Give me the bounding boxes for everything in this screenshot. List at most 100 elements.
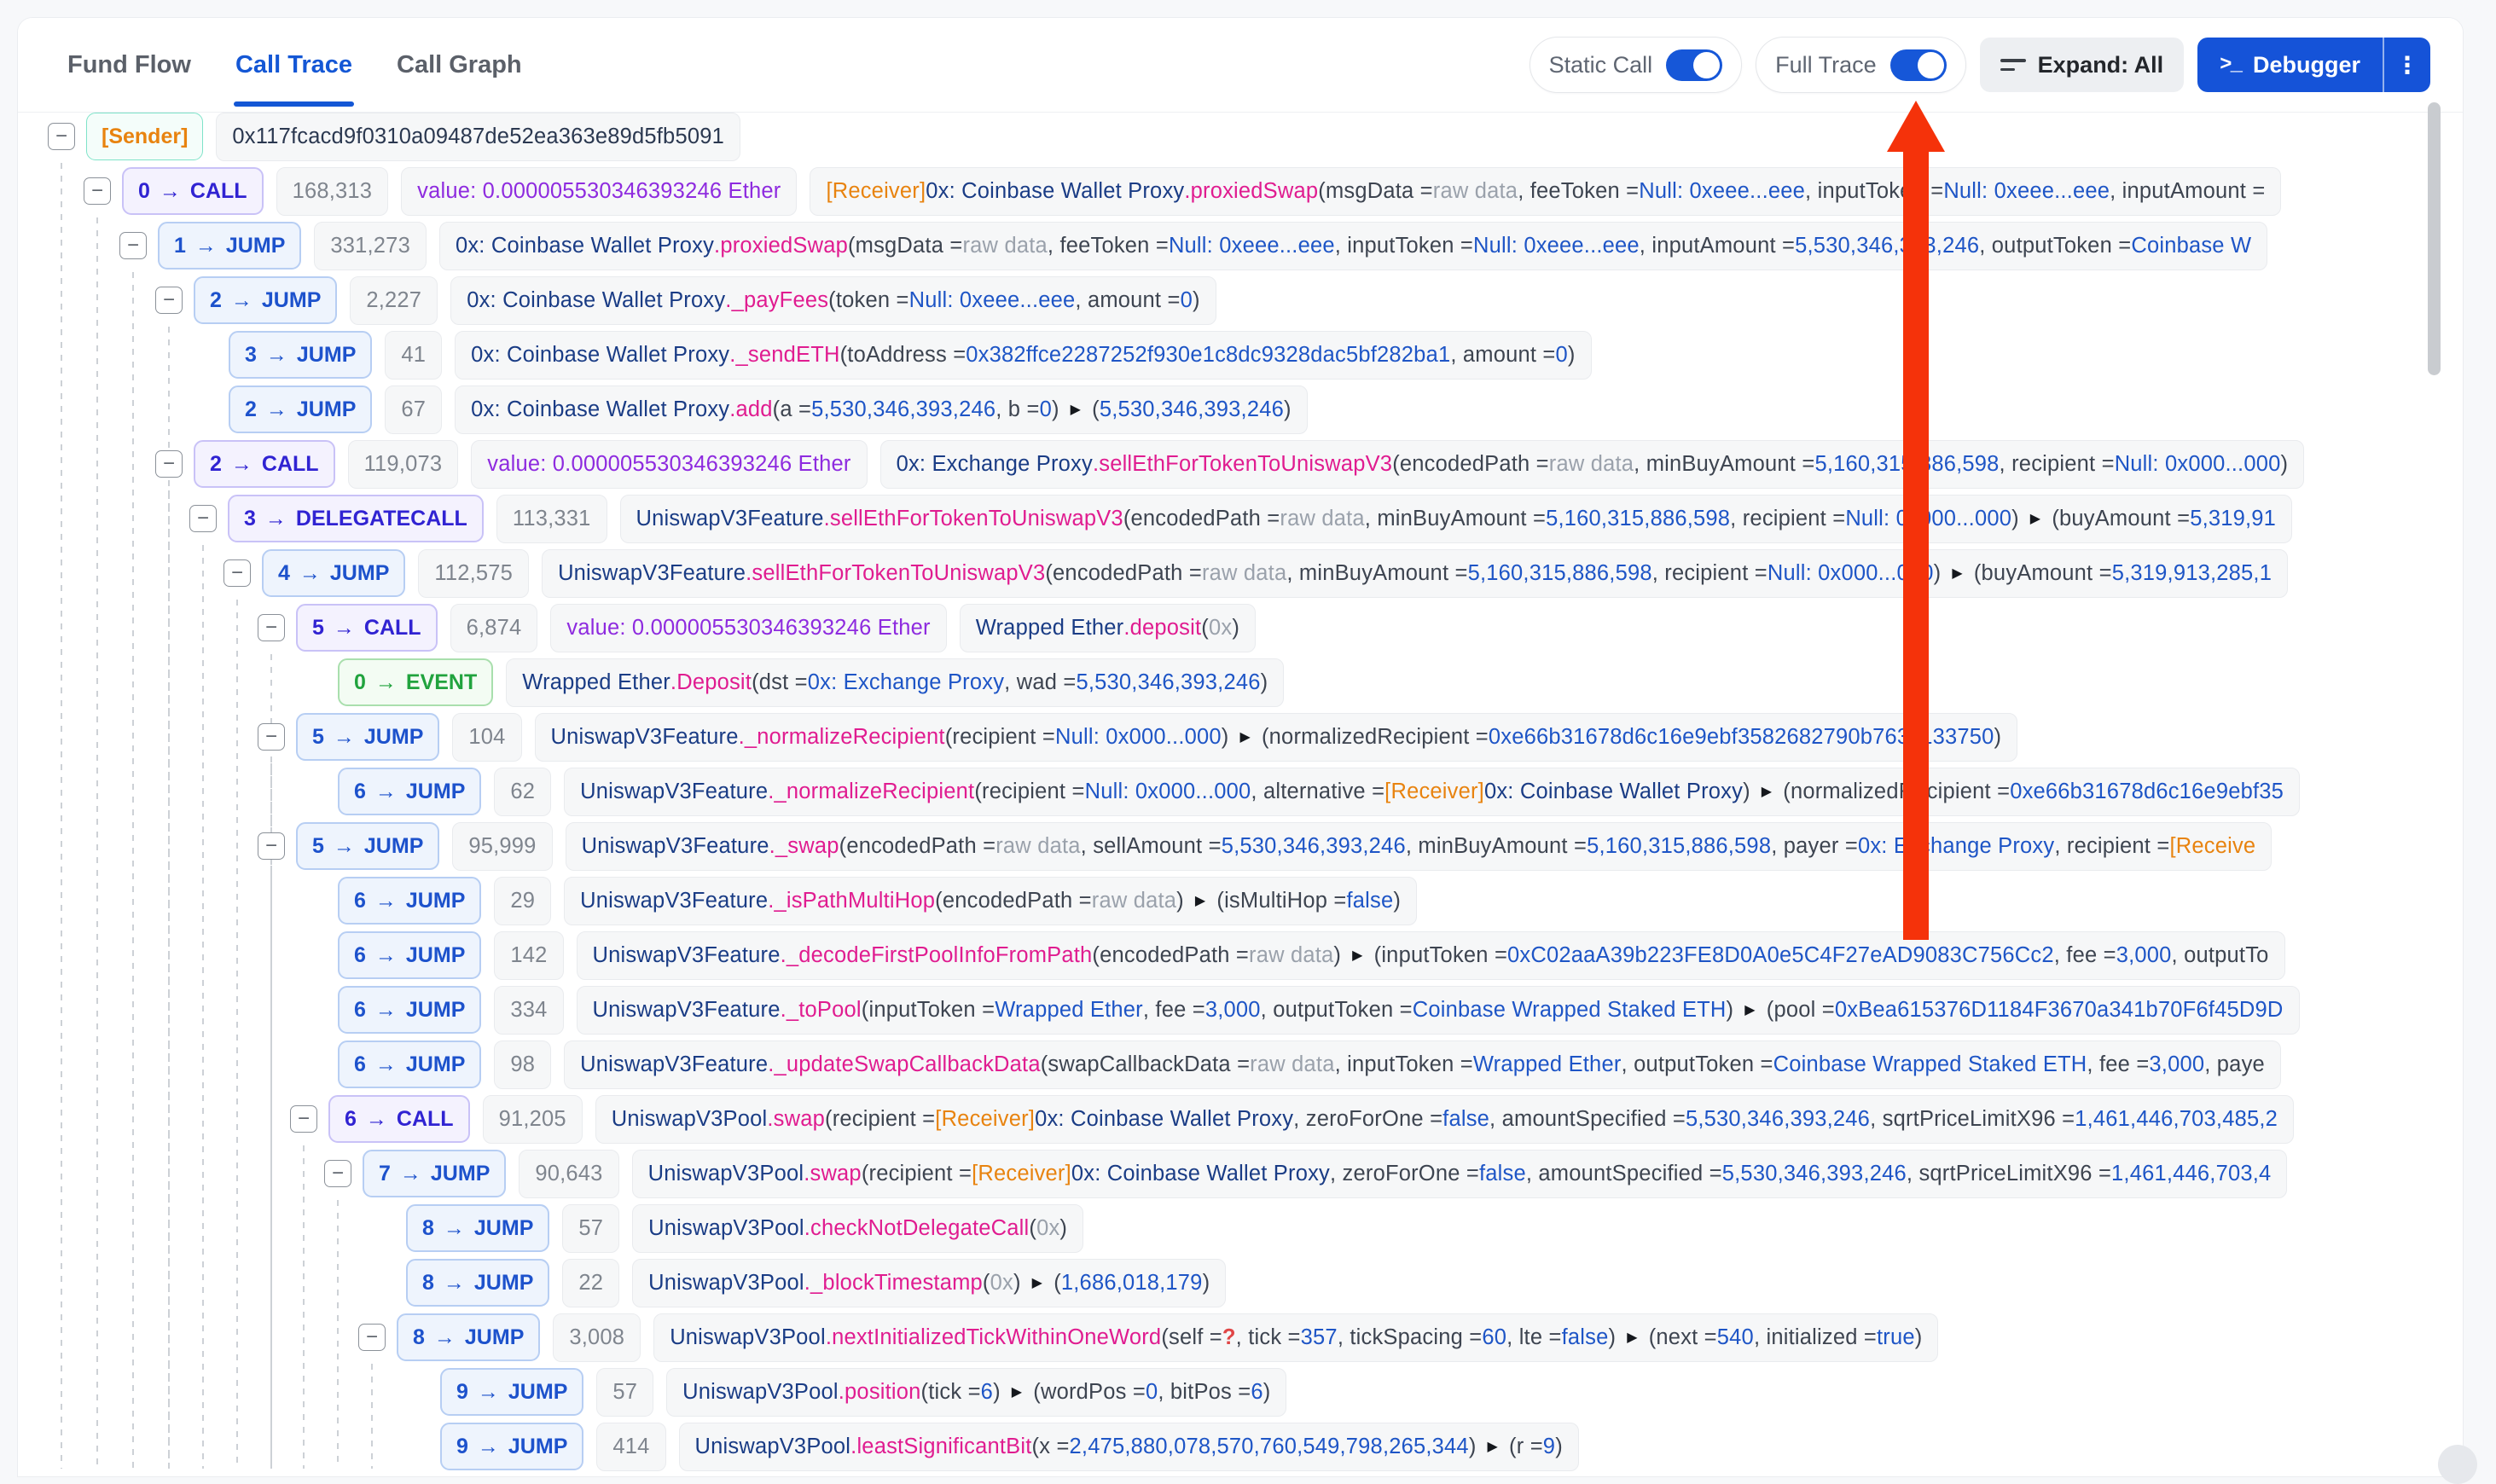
call-chip[interactable]: UniswapV3Pool.swap (recipient = [Receive…	[595, 1095, 2294, 1144]
collapse-toggle-icon[interactable]: −	[189, 505, 217, 532]
jump-badge[interactable]: 7→JUMP	[363, 1150, 506, 1197]
call-chip[interactable]: 0x117fcacd9f0310a09487de52ea363e89d5fb50…	[216, 113, 740, 161]
vertical-scrollbar-thumb[interactable]	[2428, 102, 2441, 375]
jump-badge[interactable]: 8→JUMP	[397, 1313, 540, 1361]
jump-badge[interactable]: 5→JUMP	[296, 713, 439, 761]
jump-badge[interactable]: 9→JUMP	[440, 1423, 583, 1470]
jump-badge[interactable]: 4→JUMP	[262, 549, 405, 597]
call-chip[interactable]: Wrapped Ether.deposit (0x)	[960, 604, 1256, 652]
jump-badge[interactable]: 6→JUMP	[338, 986, 481, 1034]
collapse-toggle-icon[interactable]: −	[324, 1160, 351, 1187]
collapse-toggle-icon[interactable]: −	[155, 287, 183, 314]
jump-badge[interactable]: 3→JUMP	[229, 331, 372, 379]
call-chip[interactable]: UniswapV3Feature._updateSwapCallbackData…	[564, 1041, 2281, 1089]
call-text-segment: [Receiver]	[826, 179, 926, 204]
event-badge[interactable]: 0→EVENT	[338, 658, 493, 706]
call-badge[interactable]: 0→CALL	[122, 167, 264, 215]
jump-badge[interactable]: 1→JUMP	[158, 222, 301, 270]
jump-badge[interactable]: 9→JUMP	[440, 1368, 583, 1416]
call-text-segment: , fee =	[2087, 1052, 2149, 1077]
collapse-toggle-icon[interactable]: −	[358, 1324, 386, 1351]
call-chip[interactable]: 0x: Coinbase Wallet Proxy._sendETH (toAd…	[455, 331, 1591, 380]
call-text-segment: (encodedPath =	[935, 889, 1092, 913]
call-text-segment: 3,000	[2149, 1052, 2204, 1077]
call-badge[interactable]: 6→CALL	[328, 1095, 470, 1143]
call-chip[interactable]: Wrapped Ether.Deposit (dst = 0x: Exchang…	[506, 658, 1284, 707]
ether-value-chip[interactable]: value: 0.000005530346393246 Ether	[401, 167, 797, 216]
call-text-segment: 0	[1146, 1380, 1158, 1405]
call-chip[interactable]: 0x: Exchange Proxy.sellEthForTokenToUnis…	[880, 440, 2305, 489]
call-text-segment: (inputToken =	[1374, 943, 1507, 968]
call-chip[interactable]: UniswapV3Feature.sellEthForTokenToUniswa…	[542, 549, 2288, 598]
call-chip[interactable]: UniswapV3Pool.leastSignificantBit (x = 2…	[679, 1423, 1579, 1471]
tab-fund-flow[interactable]: Fund Flow	[67, 18, 191, 112]
call-chip[interactable]: UniswapV3Pool.swap (recipient = [Receive…	[632, 1150, 2288, 1198]
jump-badge[interactable]: 6→JUMP	[338, 877, 481, 925]
call-chip[interactable]: UniswapV3Feature.sellEthForTokenToUniswa…	[620, 495, 2293, 543]
jump-badge[interactable]: 5→JUMP	[296, 822, 439, 870]
full-trace-toggle-pill[interactable]: Full Trace	[1756, 37, 1966, 93]
call-chip[interactable]: [Receiver] 0x: Coinbase Wallet Proxy.pro…	[810, 167, 2281, 216]
ether-value-chip[interactable]: value: 0.000005530346393246 Ether	[471, 440, 867, 489]
badge-arrow-icon: →	[299, 561, 321, 586]
collapse-toggle-icon[interactable]: −	[48, 123, 75, 150]
tab-call-graph[interactable]: Call Graph	[397, 18, 522, 112]
call-chip[interactable]: UniswapV3Pool.nextInitializedTickWithinO…	[653, 1313, 1938, 1362]
call-text-segment: 5,160,315,886,598	[1814, 452, 1999, 477]
call-chip[interactable]: 0x: Coinbase Wallet Proxy._payFees (toke…	[450, 276, 1216, 325]
jump-badge[interactable]: 8→JUMP	[406, 1204, 549, 1252]
call-text-segment: 1,461,446,703,4	[2111, 1162, 2271, 1186]
gas-chip: 57	[562, 1204, 619, 1253]
collapse-toggle-icon[interactable]: −	[119, 232, 147, 259]
gas-chip: 98	[494, 1041, 551, 1089]
call-text-segment: UniswapV3Feature	[593, 998, 781, 1023]
call-chip[interactable]: UniswapV3Pool._blockTimestamp (0x) ▶ (1,…	[632, 1259, 1226, 1307]
static-call-toggle-pill[interactable]: Static Call	[1530, 37, 1743, 93]
call-chip[interactable]: 0x: Coinbase Wallet Proxy.add (a = 5,530…	[455, 385, 1308, 434]
call-text-segment: 6	[981, 1380, 993, 1405]
full-trace-toggle[interactable]	[1890, 49, 1947, 81]
jump-badge[interactable]: 8→JUMP	[406, 1259, 549, 1307]
collapse-toggle-icon[interactable]: −	[84, 177, 111, 205]
tab-call-trace[interactable]: Call Trace	[235, 18, 352, 112]
call-text-segment: ._isPathMultiHop	[768, 889, 935, 913]
sender-badge[interactable]: [Sender]	[86, 113, 203, 160]
call-chip[interactable]: 0x: Coinbase Wallet Proxy.proxiedSwap (m…	[439, 222, 2267, 270]
call-chip[interactable]: UniswapV3Feature._swap (encodedPath = ra…	[566, 822, 2273, 871]
jump-badge[interactable]: 6→JUMP	[338, 768, 481, 815]
call-text-segment: ._toPool	[781, 998, 862, 1023]
call-chip[interactable]: UniswapV3Pool.position (tick = 6) ▶ (wor…	[666, 1368, 1286, 1417]
call-badge[interactable]: 2→CALL	[194, 440, 335, 488]
badge-label: JUMP	[226, 234, 285, 258]
expand-all-button[interactable]: Expand: All	[1980, 38, 2185, 92]
output-arrow-icon: ▶	[1239, 728, 1251, 745]
jump-badge[interactable]: 2→JUMP	[229, 385, 372, 433]
collapse-toggle-icon[interactable]: −	[258, 723, 285, 751]
collapse-toggle-icon[interactable]: −	[155, 450, 183, 478]
collapse-toggle-icon[interactable]: −	[258, 614, 285, 641]
jump-badge[interactable]: 6→JUMP	[338, 1041, 481, 1088]
call-text-segment: , initialized =	[1754, 1325, 1877, 1350]
delegatecall-badge[interactable]: 3→DELEGATECALL	[228, 495, 484, 542]
trace-row: 6→JUMP142UniswapV3Feature._decodeFirstPo…	[0, 930, 2496, 980]
call-chip[interactable]: UniswapV3Feature._toPool (inputToken = W…	[577, 986, 2300, 1035]
call-chip[interactable]: UniswapV3Feature._normalizeRecipient (re…	[535, 713, 2018, 762]
badge-depth: 5	[312, 834, 324, 859]
call-text-segment: .add	[729, 397, 772, 422]
call-chip[interactable]: UniswapV3Pool.checkNotDelegateCall (0x)	[632, 1204, 1083, 1253]
collapse-toggle-icon[interactable]: −	[290, 1105, 317, 1133]
static-call-toggle[interactable]	[1666, 49, 1722, 81]
call-chip[interactable]: UniswapV3Feature._isPathMultiHop (encode…	[564, 877, 1417, 925]
debugger-menu-button[interactable]: ⋮	[2383, 38, 2430, 92]
call-text-segment: 0x382ffce2287252f930e1c8dc9328dac5bf282b…	[966, 343, 1450, 368]
jump-badge[interactable]: 6→JUMP	[338, 931, 481, 979]
ether-value-chip[interactable]: value: 0.000005530346393246 Ether	[550, 604, 946, 652]
call-chip[interactable]: UniswapV3Feature._normalizeRecipient (re…	[564, 768, 2300, 816]
call-chip[interactable]: UniswapV3Feature._decodeFirstPoolInfoFro…	[577, 931, 2285, 980]
collapse-toggle-icon[interactable]: −	[258, 832, 285, 860]
call-badge[interactable]: 5→CALL	[296, 604, 438, 652]
debugger-button[interactable]: >_ Debugger	[2197, 38, 2383, 92]
jump-badge[interactable]: 2→JUMP	[194, 276, 337, 324]
collapse-toggle-icon[interactable]: −	[223, 559, 251, 587]
gas-chip: 90,643	[519, 1150, 618, 1198]
